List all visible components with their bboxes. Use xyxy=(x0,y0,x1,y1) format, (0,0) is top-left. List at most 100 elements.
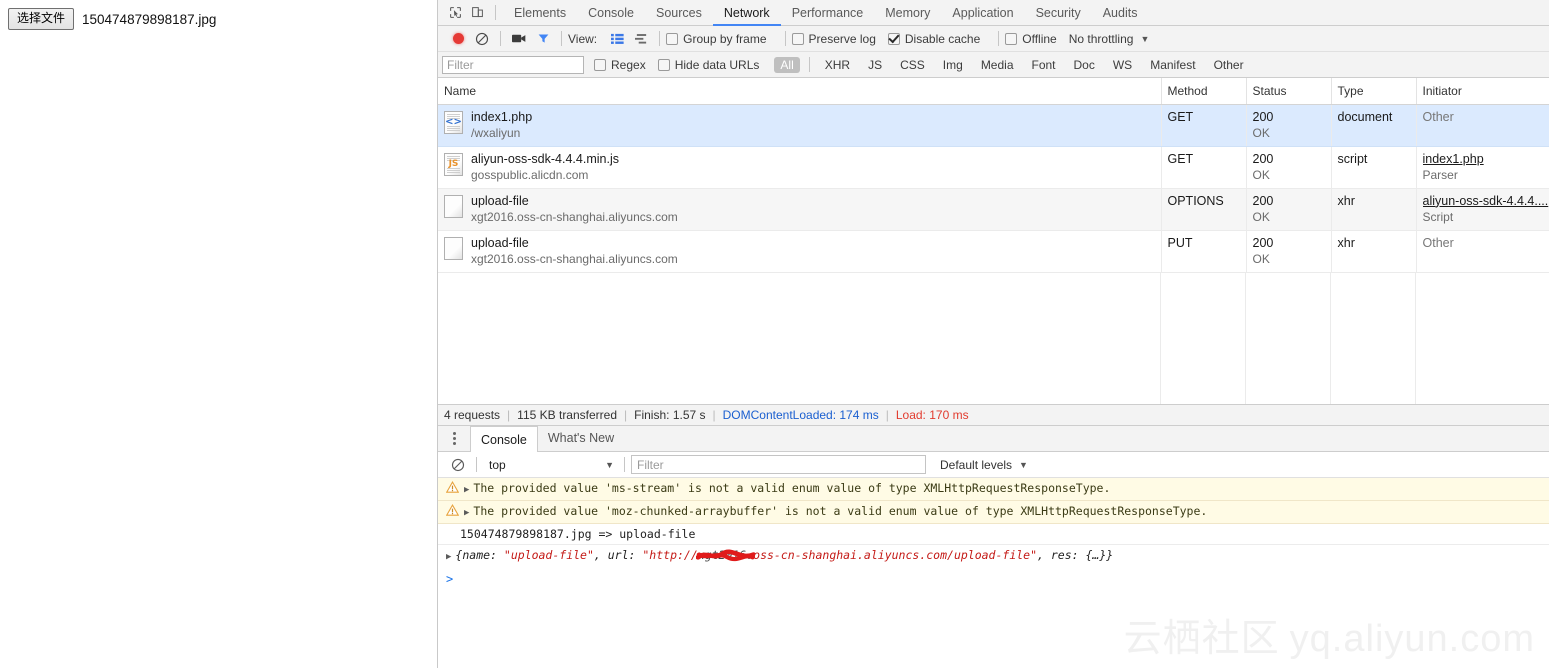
type-filter-img[interactable]: Img xyxy=(937,57,969,73)
initiator-link[interactable]: index1.php xyxy=(1423,152,1549,167)
initiator-link[interactable]: aliyun-oss-sdk-4.4.4.... xyxy=(1423,194,1549,209)
waterfall-view-icon[interactable] xyxy=(629,28,653,50)
chevron-down-icon[interactable]: ▼ xyxy=(1140,34,1149,44)
type-filter-css[interactable]: CSS xyxy=(894,57,931,73)
device-toolbar-icon[interactable] xyxy=(466,2,488,24)
choose-file-button[interactable]: 选择文件 xyxy=(8,8,75,30)
capture-screenshots-icon[interactable] xyxy=(507,28,531,50)
status-code: 200 xyxy=(1252,109,1274,124)
status-text: OK xyxy=(1252,209,1270,224)
network-requests-pane[interactable]: Name Method Status Type Initiator <> ind… xyxy=(438,78,1549,404)
console-object-message[interactable]: ▶ {name: "upload-file", url: "http://xgt… xyxy=(438,545,1549,568)
cell-name: upload-file xgt2016.oss-cn-shanghai.aliy… xyxy=(438,188,1162,231)
record-button[interactable] xyxy=(446,28,470,50)
console-warning-message[interactable]: ▶ The provided value 'moz-chunked-arrayb… xyxy=(438,501,1549,524)
console-context-select[interactable]: top ▼ xyxy=(483,455,618,474)
console-object-text: {name: "upload-file", url: "http://xgt20… xyxy=(455,547,1113,563)
inspect-element-icon[interactable] xyxy=(444,2,466,24)
list-view-icon[interactable] xyxy=(605,28,629,50)
more-options-icon[interactable] xyxy=(446,432,462,445)
tab-sources[interactable]: Sources xyxy=(645,0,713,26)
cell-name: JS aliyun-oss-sdk-4.4.4.min.js gosspubli… xyxy=(438,146,1162,189)
type-filter-manifest[interactable]: Manifest xyxy=(1144,57,1201,73)
object-url-prefix: "http:// xyxy=(642,548,698,562)
expand-arrow-icon[interactable]: ▶ xyxy=(446,549,451,565)
clear-icon[interactable] xyxy=(470,28,494,50)
drawer-tab-whats-new[interactable]: What's New xyxy=(538,426,624,451)
tab-elements[interactable]: Elements xyxy=(503,0,577,26)
preserve-log-checkbox[interactable]: Preserve log xyxy=(791,31,876,46)
type-filter-doc[interactable]: Doc xyxy=(1068,57,1101,73)
group-by-frame-checkbox[interactable]: Group by frame xyxy=(666,32,767,46)
column-header-status[interactable]: Status xyxy=(1246,78,1332,105)
type-filter-xhr[interactable]: XHR xyxy=(819,57,856,73)
column-header-method[interactable]: Method xyxy=(1161,78,1247,105)
redacted-host-text: xgt2016. xyxy=(697,548,754,562)
tab-performance[interactable]: Performance xyxy=(781,0,875,26)
checkbox-box xyxy=(887,32,900,45)
type-filter-other[interactable]: Other xyxy=(1208,57,1250,73)
redacted-host: xgt2016. xyxy=(695,547,756,563)
object-url-suffix: oss-cn-shanghai.aliyuncs.com/upload-file… xyxy=(753,548,1038,562)
tab-application[interactable]: Application xyxy=(941,0,1024,26)
table-row[interactable]: JS aliyun-oss-sdk-4.4.4.min.js gosspubli… xyxy=(438,146,1549,189)
console-filter-input[interactable] xyxy=(631,455,926,474)
console-levels-select[interactable]: Default levels ▼ xyxy=(940,458,1028,472)
request-method: GET xyxy=(1167,109,1194,124)
toolbar-divider xyxy=(659,31,661,46)
throttling-select[interactable]: No throttling xyxy=(1069,32,1134,46)
type-filter-media[interactable]: Media xyxy=(975,57,1020,73)
disable-cache-label: Disable cache xyxy=(904,31,981,46)
object-tail: , res: {…}} xyxy=(1037,548,1114,562)
clear-console-icon[interactable] xyxy=(446,454,470,476)
console-warning-message[interactable]: ▶ The provided value 'ms-stream' is not … xyxy=(438,478,1549,501)
type-filter-js[interactable]: JS xyxy=(862,57,888,73)
cell-initiator: index1.php Parser xyxy=(1416,146,1549,189)
console-message-text: The provided value 'moz-chunked-arraybuf… xyxy=(473,504,1208,518)
table-row[interactable]: upload-file xgt2016.oss-cn-shanghai.aliy… xyxy=(438,188,1549,231)
column-header-name[interactable]: Name xyxy=(438,78,1162,105)
javascript-file-icon: JS xyxy=(444,152,463,176)
column-header-type[interactable]: Type xyxy=(1331,78,1417,105)
request-type: xhr xyxy=(1337,193,1355,208)
drawer-tab-console[interactable]: Console xyxy=(470,426,538,452)
tab-network[interactable]: Network xyxy=(713,0,781,26)
cell-status: 200 OK xyxy=(1246,188,1332,231)
type-filter-all[interactable]: All xyxy=(774,56,800,73)
offline-checkbox[interactable]: Offline xyxy=(1005,31,1057,46)
filter-icon[interactable] xyxy=(531,28,555,50)
column-header-initiator[interactable]: Initiator xyxy=(1416,78,1549,105)
toolbar-divider xyxy=(624,457,625,472)
type-filter-ws[interactable]: WS xyxy=(1107,57,1138,73)
console-prompt[interactable]: > xyxy=(438,568,1549,590)
status-code: 200 xyxy=(1252,235,1274,250)
status-text: OK xyxy=(1252,167,1270,182)
summary-divider: | xyxy=(507,408,511,422)
expand-arrow-icon[interactable]: ▶ xyxy=(464,482,469,498)
regex-checkbox[interactable]: Regex xyxy=(594,58,646,72)
tab-memory[interactable]: Memory xyxy=(874,0,941,26)
tab-security[interactable]: Security xyxy=(1025,0,1092,26)
offline-label: Offline xyxy=(1022,31,1057,46)
summary-divider: | xyxy=(624,408,628,422)
network-filter-input[interactable] xyxy=(442,55,584,74)
tab-console[interactable]: Console xyxy=(577,0,645,26)
expand-arrow-icon[interactable]: ▶ xyxy=(464,505,469,521)
network-requests-table: Name Method Status Type Initiator <> ind… xyxy=(438,78,1549,273)
cell-type: xhr xyxy=(1331,230,1417,273)
type-filter-font[interactable]: Font xyxy=(1026,57,1062,73)
tab-audits[interactable]: Audits xyxy=(1092,0,1149,26)
devtools-tabbar: Elements Console Sources Network Perform… xyxy=(438,0,1549,26)
cell-method: GET xyxy=(1161,104,1247,147)
table-row[interactable]: <> index1.php /wxaliyun GET 200 OK docum… xyxy=(438,104,1549,147)
hide-data-urls-checkbox[interactable]: Hide data URLs xyxy=(657,58,759,72)
preserve-log-label: Preserve log xyxy=(808,31,876,46)
view-label: View: xyxy=(568,31,598,46)
request-type: xhr xyxy=(1337,235,1355,250)
disable-cache-checkbox[interactable]: Disable cache xyxy=(887,31,981,46)
request-name: upload-file xyxy=(471,235,529,250)
toolbar-divider xyxy=(784,31,786,46)
warning-triangle-icon xyxy=(446,481,459,494)
table-row[interactable]: upload-file xgt2016.oss-cn-shanghai.aliy… xyxy=(438,230,1549,273)
console-levels-label: Default levels xyxy=(940,457,1013,472)
